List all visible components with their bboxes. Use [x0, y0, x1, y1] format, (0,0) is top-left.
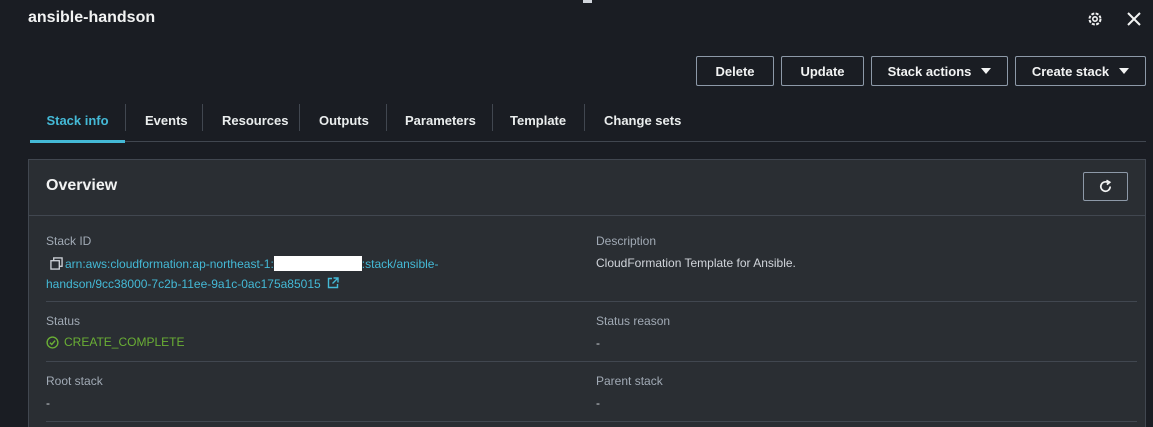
overview-header: Overview — [29, 160, 1145, 216]
row-divider — [46, 361, 1137, 362]
tab-divider — [584, 104, 585, 131]
stack-action-bar: Delete Update Stack actions Create stack — [0, 56, 1153, 86]
tab-change-sets[interactable]: Change sets — [604, 99, 681, 142]
stack-arn-prefix[interactable]: arn:aws:cloudformation:ap-northeast-1: — [65, 257, 274, 271]
tab-label: Outputs — [319, 113, 369, 128]
tab-label: Parameters — [405, 113, 476, 128]
refresh-button[interactable] — [1083, 172, 1128, 201]
refresh-icon — [1100, 179, 1112, 193]
parent-stack-value: - — [596, 396, 600, 410]
update-button[interactable]: Update — [781, 56, 864, 86]
stack-arn-suffix[interactable]: :stack/ansible- — [362, 257, 439, 271]
tab-divider — [386, 104, 387, 131]
tab-label: Events — [145, 113, 188, 128]
top-edge-marker — [583, 0, 592, 3]
external-link-icon[interactable] — [327, 277, 339, 289]
close-icon[interactable] — [1125, 10, 1143, 28]
delete-button-label: Delete — [715, 63, 755, 79]
tab-divider — [125, 104, 126, 131]
tab-resources[interactable]: Resources — [222, 99, 288, 142]
delete-button[interactable]: Delete — [696, 56, 774, 86]
status-text: CREATE_COMPLETE — [64, 335, 185, 349]
update-button-label: Update — [800, 63, 845, 79]
check-circle-icon — [46, 335, 59, 349]
stack-actions-dropdown[interactable]: Stack actions — [871, 56, 1008, 86]
status-value: CREATE_COMPLETE — [46, 335, 184, 349]
tab-divider — [299, 104, 300, 131]
stack-tabs: Stack info Events Resources Outputs Para… — [30, 99, 1146, 143]
redacted-account-id — [273, 256, 362, 271]
create-stack-label: Create stack — [1031, 63, 1110, 79]
overview-title: Overview — [46, 177, 118, 194]
stack-id-label: Stack ID — [46, 234, 92, 248]
tab-label: Change sets — [604, 113, 682, 128]
page-title: ansible-handson — [28, 9, 156, 26]
row-divider — [46, 301, 1137, 302]
tab-parameters[interactable]: Parameters — [405, 99, 476, 142]
description-value: CloudFormation Template for Ansible. — [596, 256, 796, 270]
description-label: Description — [596, 234, 657, 248]
root-stack-label: Root stack — [46, 374, 103, 388]
tab-label: Resources — [222, 113, 289, 128]
create-stack-dropdown[interactable]: Create stack — [1015, 56, 1146, 86]
tab-stack-info[interactable]: Stack info — [30, 99, 125, 143]
parent-stack-label: Parent stack — [596, 374, 663, 388]
tab-outputs[interactable]: Outputs — [319, 99, 369, 142]
page-header: ansible-handson — [0, 0, 1153, 40]
root-stack-value: - — [46, 396, 50, 410]
copy-icon[interactable] — [50, 257, 63, 270]
tab-label: Template — [510, 113, 567, 128]
stack-id-value: arn:aws:cloudformation:ap-northeast-1: :s… — [46, 254, 516, 294]
tab-template[interactable]: Template — [510, 99, 566, 142]
tab-label: Stack info — [46, 113, 109, 128]
tab-events[interactable]: Events — [145, 99, 188, 142]
tab-divider — [202, 104, 203, 131]
status-reason-value: - — [596, 336, 600, 350]
status-label: Status — [46, 314, 81, 328]
stack-actions-label: Stack actions — [887, 63, 972, 79]
caret-down-icon — [1119, 68, 1130, 74]
gear-icon[interactable] — [1086, 10, 1104, 28]
overview-panel: Overview Stack ID arn:aws:cloudformation… — [28, 159, 1146, 427]
stack-arn-line2[interactable]: handson/9cc38000-7c2b-11ee-9a1c-0ac175a8… — [46, 277, 321, 291]
tab-divider — [492, 104, 493, 131]
status-reason-label: Status reason — [596, 314, 671, 328]
row-divider — [46, 421, 1137, 422]
caret-down-icon — [981, 68, 992, 74]
